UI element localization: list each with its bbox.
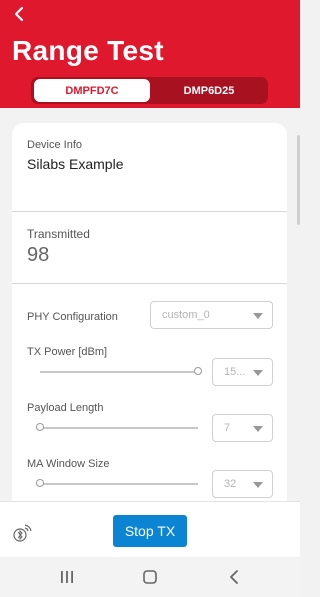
- system-nav-bar: [0, 557, 300, 597]
- ma-window-dropdown[interactable]: 32: [212, 470, 273, 498]
- app-bar: Range Test DMPFD7C DMP6D25: [0, 0, 300, 108]
- divider: [12, 283, 287, 284]
- slider-track: [36, 483, 198, 485]
- stop-tx-button[interactable]: Stop TX: [113, 515, 187, 547]
- chevron-down-icon: [253, 370, 263, 376]
- slider-track: [40, 371, 202, 373]
- chevron-down-icon: [253, 482, 263, 488]
- phy-config-label: PHY Configuration: [27, 311, 118, 323]
- payload-length-slider[interactable]: [36, 422, 198, 434]
- payload-length-value: 7: [224, 422, 231, 434]
- home-icon[interactable]: [141, 568, 159, 586]
- slider-thumb[interactable]: [36, 479, 44, 487]
- device-tab-selector: DMPFD7C DMP6D25: [31, 77, 268, 104]
- tab-dmpfd7c[interactable]: DMPFD7C: [34, 79, 150, 102]
- ma-window-slider[interactable]: [36, 478, 198, 490]
- tx-power-label: TX Power [dBm]: [27, 346, 108, 358]
- tx-power-dropdown[interactable]: 15...: [212, 358, 273, 386]
- page-title: Range Test: [12, 35, 164, 66]
- payload-length-dropdown[interactable]: 7: [212, 414, 273, 442]
- tab-dmp6d25[interactable]: DMP6D25: [153, 79, 265, 102]
- device-info-value: Silabs Example: [27, 156, 124, 172]
- bluetooth-signal-icon: [13, 524, 32, 542]
- phy-config-value: custom_0: [162, 309, 210, 321]
- range-test-card: Device Info Silabs Example Transmitted 9…: [12, 123, 287, 513]
- tx-power-slider[interactable]: [40, 366, 202, 378]
- slider-thumb[interactable]: [36, 423, 44, 431]
- phy-config-dropdown[interactable]: custom_0: [150, 301, 273, 329]
- ma-window-value: 32: [224, 478, 237, 490]
- device-info-label: Device Info: [27, 139, 83, 151]
- scrollbar[interactable]: [297, 135, 300, 225]
- chevron-down-icon: [253, 313, 263, 319]
- bottom-action-bar: Stop TX: [0, 501, 300, 557]
- chevron-down-icon: [253, 426, 263, 432]
- back-arrow-icon[interactable]: [10, 4, 30, 24]
- divider: [12, 211, 287, 212]
- slider-thumb[interactable]: [194, 367, 202, 375]
- slider-track: [36, 427, 198, 429]
- tx-power-value: 15...: [224, 366, 246, 378]
- ma-window-label: MA Window Size: [27, 458, 110, 470]
- payload-length-label: Payload Length: [27, 402, 104, 414]
- recent-apps-icon[interactable]: [58, 568, 76, 586]
- transmitted-label: Transmitted: [27, 227, 90, 241]
- transmitted-value: 98: [27, 244, 50, 266]
- back-icon[interactable]: [226, 568, 244, 586]
